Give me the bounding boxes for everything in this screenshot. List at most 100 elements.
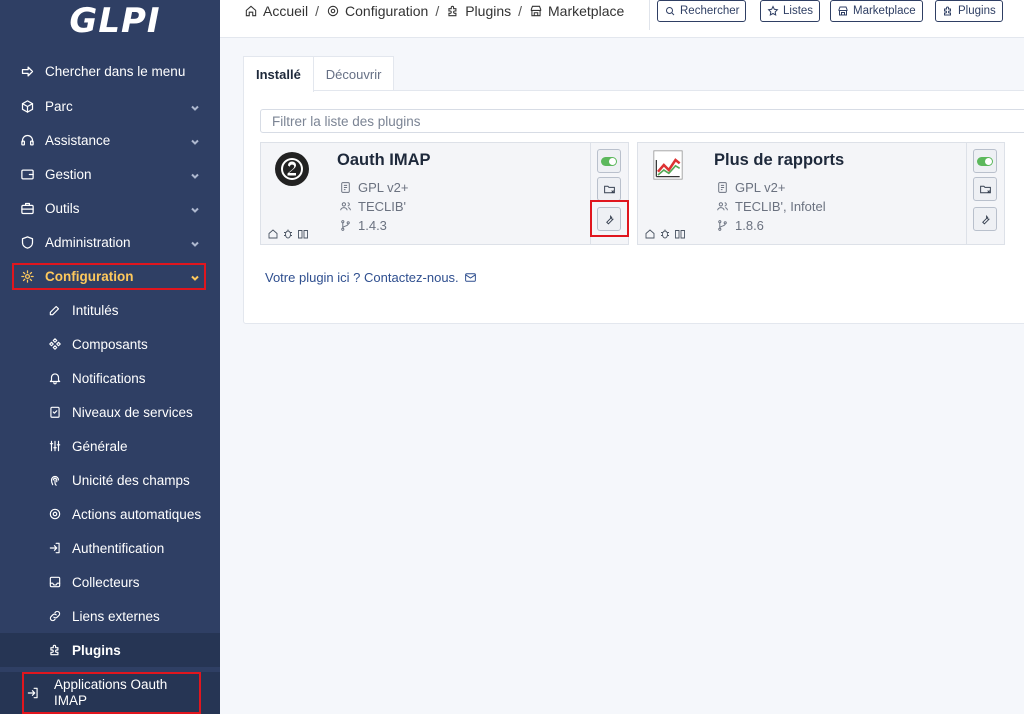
breadcrumb-home[interactable]: Accueil (244, 3, 308, 19)
header-divider (649, 0, 650, 30)
sidebar-subitem-label: Générale (72, 438, 128, 454)
bug-icon[interactable] (282, 228, 294, 240)
plugin-actions (966, 143, 1004, 244)
plugin-authors: TECLIB' (339, 199, 406, 214)
headset-icon (18, 131, 36, 149)
plugin-name: Oauth IMAP (337, 151, 431, 169)
toggle-on-icon (601, 156, 617, 166)
configure-wrench-button[interactable] (973, 207, 997, 231)
sidebar-item-gestion[interactable]: Gestion (0, 157, 220, 191)
sidebar-subitem-collecteurs[interactable]: Collecteurs (0, 565, 220, 599)
sidebar: GLPI Chercher dans le menu Parc Assistan… (0, 0, 220, 714)
home-icon (245, 5, 257, 17)
uninstall-button[interactable] (597, 177, 621, 201)
breadcrumb-marketplace[interactable]: Marketplace (529, 3, 624, 19)
sidebar-subitem-actions-automatiques[interactable]: Actions automatiques (0, 497, 220, 531)
plugin-name: Plus de rapports (714, 151, 845, 169)
breadcrumb-configuration[interactable]: Configuration (326, 3, 428, 19)
sidebar-subitem-liens-externes[interactable]: Liens externes (0, 599, 220, 633)
enable-toggle-button[interactable] (597, 149, 621, 173)
briefcase-icon (18, 199, 36, 217)
sidebar-subitem-composants[interactable]: Composants (0, 327, 220, 361)
box-icon (18, 97, 36, 115)
sidebar-subitem-notifications[interactable]: Notifications (0, 361, 220, 395)
sidebar-item-parc[interactable]: Parc (0, 89, 220, 123)
chevron-down-icon (190, 101, 200, 111)
enable-toggle-button[interactable] (973, 149, 997, 173)
tab-bar: Installé Découvrir (243, 56, 395, 92)
puzzle-icon (46, 641, 64, 659)
glpi-logo[interactable]: GLPI (0, 0, 220, 42)
sidebar-item-assistance[interactable]: Assistance (0, 123, 220, 157)
marketplace-button[interactable]: Marketplace (830, 0, 923, 22)
license-icon (718, 182, 727, 193)
oauth-imap-logo-icon (275, 152, 309, 186)
contact-link[interactable]: Votre plugin ici ? Contactez-nous. (265, 270, 477, 285)
book-icon[interactable] (297, 228, 309, 240)
sidebar-subitem-niveaux-services[interactable]: Niveaux de services (0, 395, 220, 429)
top-bar: Accueil / Configuration / Plugins / Mark… (220, 0, 1024, 38)
sidebar-item-label: Assistance (45, 132, 111, 148)
chevron-down-icon (190, 237, 200, 247)
sidebar-item-label: Outils (45, 200, 80, 216)
plugins-button[interactable]: Plugins (935, 0, 1003, 22)
home-icon[interactable] (267, 228, 279, 240)
chevron-down-icon (190, 203, 200, 213)
highlight-box-oauth-imap (22, 672, 201, 714)
tab-decouvrir[interactable]: Découvrir (313, 56, 395, 91)
sidebar-subitem-label: Authentification (72, 540, 165, 556)
search-icon (666, 7, 675, 16)
store-icon (838, 6, 848, 16)
breadcrumb: Accueil / Configuration / Plugins / Mark… (244, 3, 624, 19)
plugin-version: 1.4.3 (339, 218, 387, 233)
chevron-down-icon (190, 135, 200, 145)
folder-x-icon (603, 185, 615, 193)
plugin-authors: TECLIB', Infotel (716, 199, 826, 214)
git-branch-icon (718, 220, 727, 231)
bug-icon[interactable] (659, 228, 671, 240)
chevron-down-icon (190, 169, 200, 179)
store-icon (530, 5, 542, 17)
sidebar-subitem-unicite-champs[interactable]: Unicité des champs (0, 463, 220, 497)
plugin-card-plus-de-rapports: Plus de rapports GPL v2+ TECLIB', Infote… (637, 142, 1005, 245)
plugin-links (644, 228, 686, 240)
lists-button[interactable]: Listes (760, 0, 821, 22)
checklist-icon (46, 403, 64, 421)
plugin-links (267, 228, 309, 240)
wallet-icon (18, 165, 36, 183)
search-button[interactable]: Rechercher (657, 0, 747, 22)
users-icon (340, 202, 351, 211)
sidebar-subitem-label: Actions automatiques (72, 506, 202, 522)
sidebar-item-outils[interactable]: Outils (0, 191, 220, 225)
edit-icon (46, 301, 64, 319)
puzzle-icon (448, 5, 457, 17)
arrow-right-icon (18, 62, 36, 80)
sidebar-subitem-label: Plugins (72, 642, 121, 658)
sidebar-subitem-intitules[interactable]: Intitulés (0, 293, 220, 327)
link-icon (46, 607, 64, 625)
filter-plugins-input[interactable] (260, 109, 1024, 133)
plugin-license: GPL v2+ (716, 180, 785, 195)
sidebar-subitem-authentification[interactable]: Authentification (0, 531, 220, 565)
sidebar-item-administration[interactable]: Administration (0, 225, 220, 259)
git-branch-icon (341, 220, 350, 231)
highlight-box-configure (590, 200, 629, 237)
sidebar-subitem-generale[interactable]: Générale (0, 429, 220, 463)
shield-icon (18, 233, 36, 251)
users-icon (717, 202, 728, 211)
book-icon[interactable] (674, 228, 686, 240)
sidebar-item-label: Parc (45, 98, 73, 114)
wrench-icon (981, 214, 990, 225)
highlight-box-configuration (12, 263, 206, 290)
plugin-version: 1.8.6 (716, 218, 764, 233)
sidebar-subitem-label: Composants (72, 336, 148, 352)
sidebar-item-search-menu[interactable]: Chercher dans le menu (0, 54, 220, 88)
uninstall-button[interactable] (973, 177, 997, 201)
plugin-license: GPL v2+ (339, 180, 408, 195)
toggle-on-icon (977, 156, 993, 166)
mail-icon (464, 273, 476, 282)
breadcrumb-plugins[interactable]: Plugins (446, 3, 511, 19)
tab-installe[interactable]: Installé (243, 56, 314, 92)
sidebar-subitem-plugins[interactable]: Plugins (0, 633, 220, 667)
home-icon[interactable] (644, 228, 656, 240)
